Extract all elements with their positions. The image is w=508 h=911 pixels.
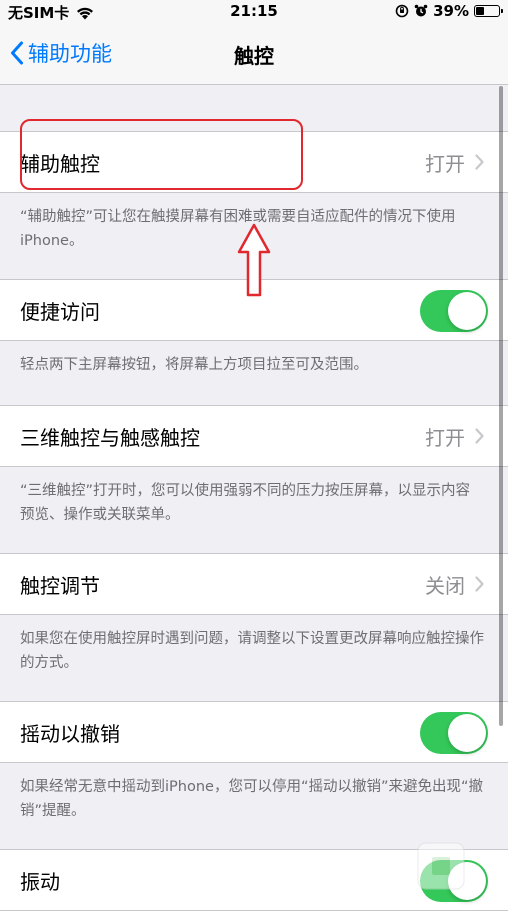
chevron-right-icon [475,428,484,444]
cell-value: 打开 [425,406,484,466]
3d-touch-cell[interactable]: 三维触控与触感触控 打开 [0,405,508,467]
cell-value-text: 打开 [425,425,465,450]
toggle-knob [448,292,486,330]
section-footer: 轻点两下主屏幕按钮，将屏幕上方项目拉至可及范围。 [20,357,368,373]
chevron-right-icon [475,576,484,592]
section-footer: “三维触控”打开时，您可以使用强弱不同的压力按压屏幕，以显示内容预览、操作或关联… [20,483,471,523]
status-bar: 无SIM卡 21:15 39% [0,0,508,24]
scroll-indicator [499,86,503,726]
cell-label: 触控调节 [20,573,100,598]
battery-percent: 39% [433,2,469,20]
page-title: 触控 [234,44,274,68]
annotation-up-arrow-icon [237,223,271,297]
alarm-icon [414,4,428,17]
toggle-knob [448,714,486,752]
cell-value-text: 打开 [425,151,465,176]
cell-label: 三维触控与触感触控 [20,425,200,450]
cell-label: 便捷访问 [20,299,100,324]
navigation-bar: 辅助功能 触控 [0,24,508,85]
cell-label: 摇动以撤销 [20,721,120,746]
shake-to-undo-toggle[interactable] [420,712,488,754]
settings-list: 辅助触控 打开 “辅助触控”可让您在触摸屏幕有困难或需要自适应配件的情况下使用i… [0,85,508,911]
battery-icon [474,5,503,17]
watermark-icon [417,842,465,890]
cell-value: 关闭 [425,554,484,614]
shake-to-undo-cell: 摇动以撤销 [0,701,508,763]
chevron-right-icon [475,154,484,170]
cell-label: 振动 [20,869,60,894]
battery-fill [476,7,484,15]
section-footer: 如果您在使用触控屏时遇到问题，请调整以下设置更改屏幕响应触控操作的方式。 [20,631,484,671]
reachability-toggle[interactable] [420,290,488,332]
cell-value: 打开 [425,132,484,192]
cell-value-text: 关闭 [425,573,465,598]
annotation-highlight-box [20,119,303,190]
touch-accommodations-cell[interactable]: 触控调节 关闭 [0,553,508,615]
status-right: 39% [395,2,503,20]
orientation-lock-icon [395,4,409,18]
